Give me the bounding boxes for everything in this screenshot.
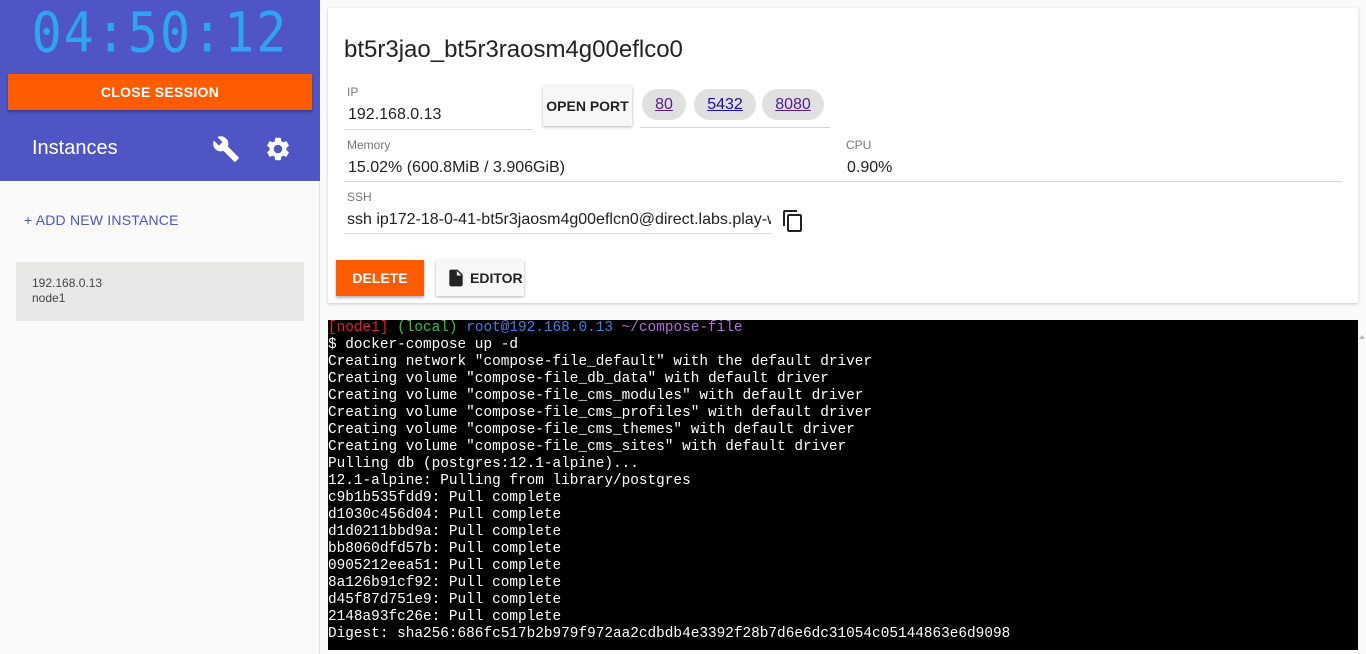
ip-value[interactable]: 192.168.0.13 xyxy=(348,106,441,124)
instance-list-item[interactable]: 192.168.0.13 node1 xyxy=(16,262,304,321)
port-link-8080[interactable]: 8080 xyxy=(775,96,811,113)
terminal-line: 8a126b91cf92: Pull complete xyxy=(328,575,562,591)
ssh-underline xyxy=(344,233,771,234)
prompt-path: ~/compose-file xyxy=(621,320,743,336)
gear-icon[interactable] xyxy=(264,135,292,163)
close-session-button[interactable]: CLOSE SESSION xyxy=(8,74,312,110)
terminal-line: d1d0211bbd9a: Pull complete xyxy=(328,524,562,540)
terminal-line: 12.1-alpine: Pulling from library/postgr… xyxy=(328,473,691,489)
terminal-line: d1030c456d04: Pull complete xyxy=(328,507,562,523)
terminal-line: 2148a93fc26e: Pull complete xyxy=(328,609,562,625)
scroll-up-arrow-icon[interactable] xyxy=(1359,334,1365,340)
instance-name: node1 xyxy=(32,291,66,305)
terminal-line: 0905212eea51: Pull complete xyxy=(328,558,562,574)
terminal-line: Creating volume "compose-file_cms_themes… xyxy=(328,422,855,438)
terminal-line: Creating network "compose-file_default" … xyxy=(328,354,873,370)
open-port-button[interactable]: OPEN PORT xyxy=(543,86,632,126)
port-link-5432[interactable]: 5432 xyxy=(707,96,743,113)
file-icon xyxy=(449,269,463,287)
terminal-line: Pulling db (postgres:12.1-alpine)... xyxy=(328,456,639,472)
ip-underline xyxy=(344,129,532,130)
terminal-line: Creating volume "compose-file_cms_sites"… xyxy=(328,439,847,455)
ports-underline xyxy=(640,127,830,128)
terminal[interactable]: [node1] (local) root@192.168.0.13 ~/comp… xyxy=(328,320,1358,650)
port-chip-5432[interactable]: 5432 xyxy=(694,89,756,120)
ssh-label: SSH xyxy=(347,190,372,204)
port-link-80[interactable]: 80 xyxy=(655,96,673,113)
terminal-line: $ docker-compose up -d xyxy=(328,337,518,353)
instance-ip: 192.168.0.13 xyxy=(32,276,103,290)
instances-title: Instances xyxy=(32,137,118,159)
cpu-label: CPU xyxy=(846,138,872,152)
editor-label: EDITOR xyxy=(470,270,523,286)
memory-label: Memory xyxy=(347,138,391,152)
terminal-line: d45f87d751e9: Pull complete xyxy=(328,592,562,608)
sidebar: 04:50:12 CLOSE SESSION Instances + ADD N… xyxy=(0,0,320,654)
terminal-prompt: [node1] (local) root@192.168.0.13 ~/comp… xyxy=(328,320,1358,337)
prompt-user: root@192.168.0.13 xyxy=(466,320,613,336)
instance-details-card: bt5r3jao_bt5r3raosm4g00eflco0 IP 192.168… xyxy=(328,8,1358,303)
sidebar-header: 04:50:12 CLOSE SESSION Instances xyxy=(0,0,320,181)
ip-label: IP xyxy=(347,85,359,99)
delete-button[interactable]: DELETE xyxy=(336,260,424,296)
add-new-instance-button[interactable]: + ADD NEW INSTANCE xyxy=(24,212,179,228)
terminal-line: bb8060dfd57b: Pull complete xyxy=(328,541,562,557)
copy-icon[interactable] xyxy=(781,209,805,233)
ssh-command-field[interactable]: ssh ip172-18-0-41-bt5r3jaosm4g00eflcn0@d… xyxy=(347,211,771,229)
cpu-value: 0.90% xyxy=(847,159,893,176)
session-timer: 04:50:12 xyxy=(31,1,289,65)
editor-button[interactable]: EDITOR xyxy=(436,260,524,296)
terminal-scrollbar[interactable] xyxy=(1358,320,1366,650)
wrench-icon[interactable] xyxy=(212,135,240,163)
prompt-node: [node1] xyxy=(328,320,389,336)
port-chip-8080[interactable]: 8080 xyxy=(762,89,824,120)
memory-value: 15.02% (600.8MiB / 3.906GiB) xyxy=(348,159,566,176)
terminal-line: Creating volume "compose-file_cms_profil… xyxy=(328,405,873,421)
terminal-line: Creating volume "compose-file_db_data" w… xyxy=(328,371,829,387)
port-chip-80[interactable]: 80 xyxy=(642,89,686,120)
terminal-line: Digest: sha256:686fc517b2b979f972aa2cdbd… xyxy=(328,626,1011,642)
prompt-local: (local) xyxy=(397,320,458,336)
terminal-line: Creating volume "compose-file_cms_module… xyxy=(328,388,864,404)
terminal-line: c9b1b535fdd9: Pull complete xyxy=(328,490,562,506)
stats-underline xyxy=(344,181,1342,182)
instance-title: bt5r3jao_bt5r3raosm4g00eflco0 xyxy=(344,36,683,63)
